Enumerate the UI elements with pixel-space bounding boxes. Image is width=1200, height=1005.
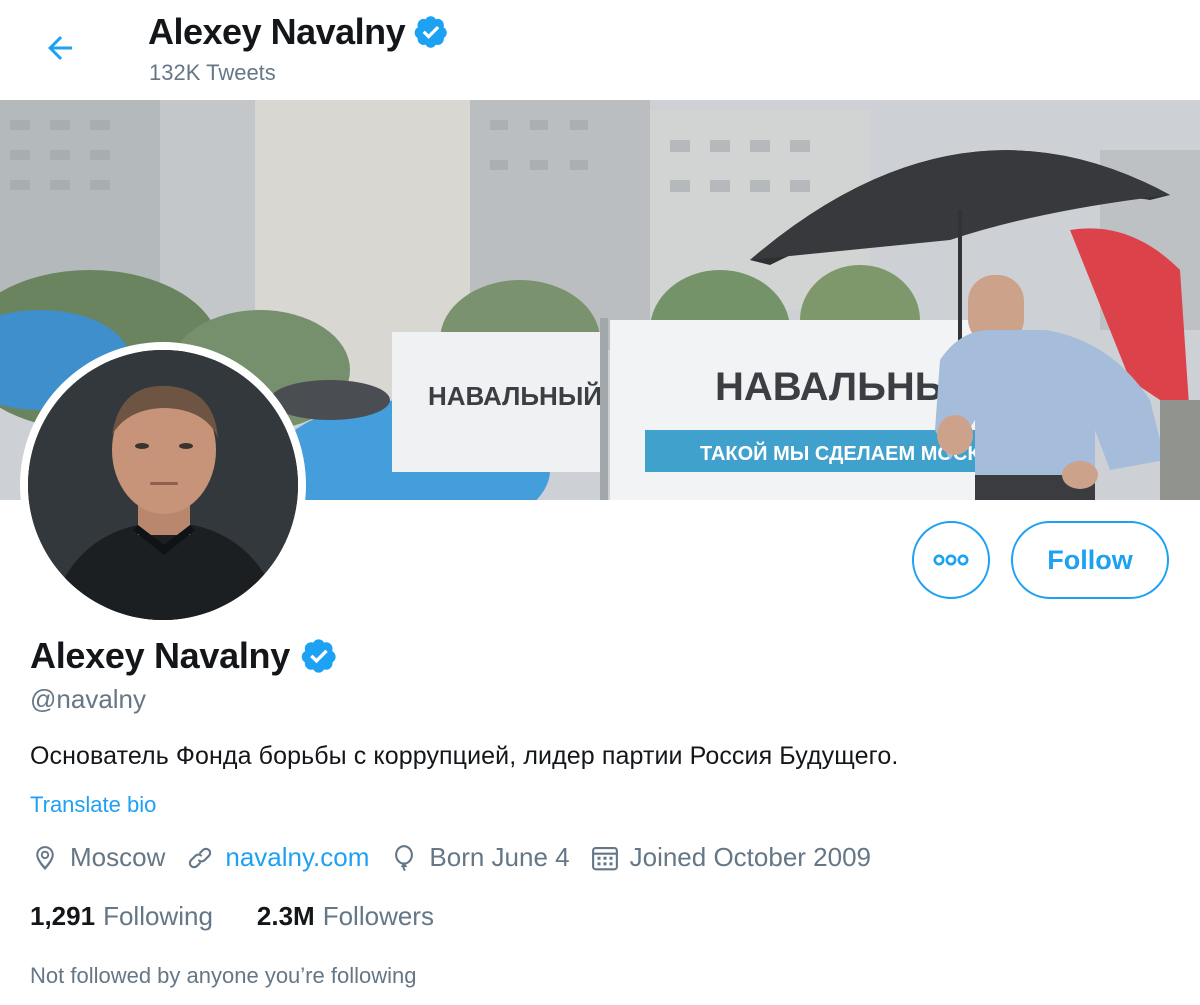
header-name: Alexey Navalny [148, 11, 406, 52]
birthday-item: Born June 4 [389, 842, 570, 873]
header-title-row: Alexey Navalny [148, 10, 449, 54]
tweet-count: 132K Tweets [149, 60, 276, 85]
verified-badge-icon [414, 16, 447, 48]
translate-bio-link[interactable]: Translate bio [30, 792, 156, 818]
location-item: Moscow [30, 842, 165, 873]
website-item: navalny.com [185, 842, 369, 873]
followers-count: 2.3M [256, 901, 315, 931]
arrow-left-icon [48, 36, 72, 60]
location-pin-icon [36, 845, 54, 870]
following-label: Following [103, 901, 213, 931]
profile-header: Alexey Navalny 132K Tweets [0, 0, 1200, 100]
follow-button[interactable]: Follow [1011, 521, 1169, 599]
calendar-icon [591, 846, 618, 870]
followed-by-note: Not followed by anyone you’re following [30, 963, 417, 988]
more-horizontal-icon [933, 554, 969, 566]
back-button[interactable] [36, 24, 84, 72]
followers-label: Followers [322, 901, 434, 931]
avatar-image [28, 350, 298, 620]
profile-avatar[interactable] [20, 342, 306, 628]
profile-bio: Основатель Фонда борьбы с коррупцией, ли… [30, 742, 899, 770]
birthday-text: Born June 4 [429, 842, 570, 872]
link-icon [189, 847, 212, 868]
profile-stats: 1,291 Following 2.3M Followers [30, 901, 478, 932]
following-count: 1,291 [30, 901, 96, 931]
followers-link[interactable]: 2.3M Followers [257, 901, 434, 932]
location-text: Moscow [70, 842, 166, 872]
profile-handle: @navalny [30, 684, 147, 714]
balloon-icon [395, 844, 414, 871]
profile-meta: Moscow navalny.com Born June 4 Joined Oc… [30, 842, 891, 873]
joined-item: Joined October 2009 [590, 842, 871, 873]
joined-text: Joined October 2009 [629, 842, 871, 872]
more-options-button[interactable] [912, 521, 990, 599]
display-name: Alexey Navalny [30, 635, 290, 676]
following-link[interactable]: 1,291 Following [30, 901, 213, 932]
profile-name-row: Alexey Navalny [30, 634, 338, 678]
verified-badge-icon [301, 639, 336, 673]
website-link[interactable]: navalny.com [225, 842, 369, 873]
